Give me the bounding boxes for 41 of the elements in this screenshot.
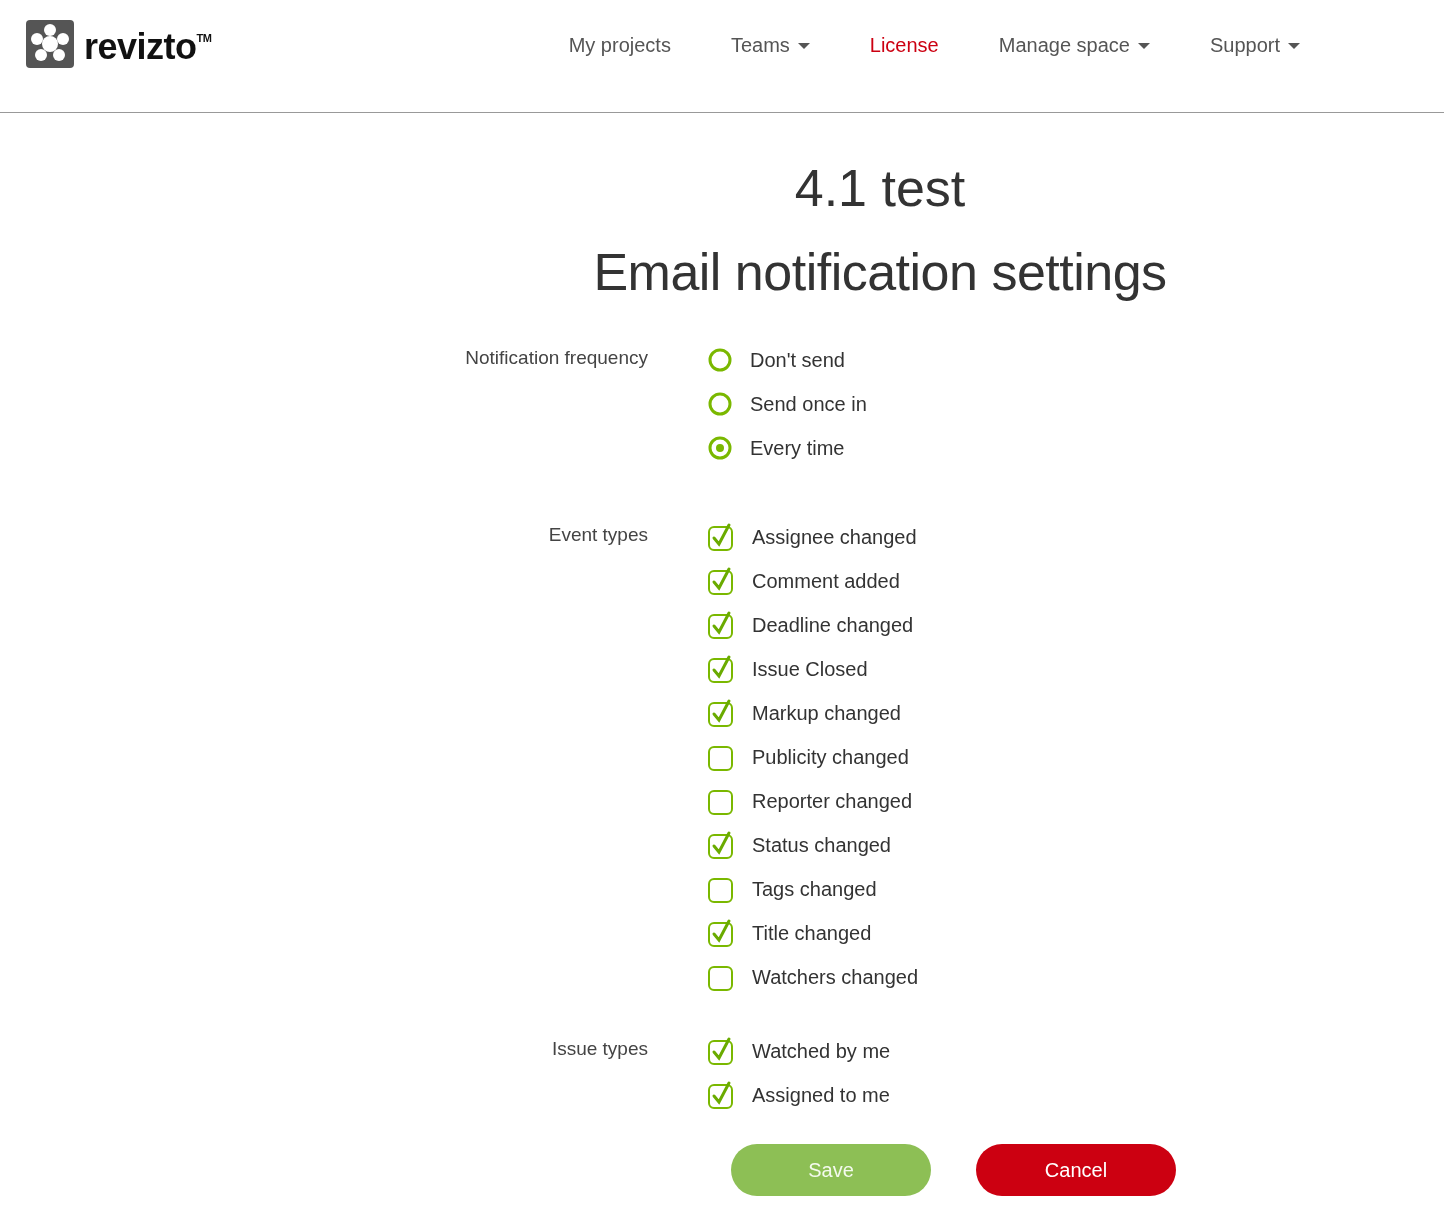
option-label: Assignee changed: [752, 525, 917, 549]
checkbox-checked-icon[interactable]: [708, 522, 734, 552]
option-label: Every time: [750, 436, 845, 460]
cancel-button[interactable]: Cancel: [976, 1144, 1176, 1196]
checkbox-checked-icon[interactable]: [708, 1080, 734, 1110]
option-label: Markup changed: [752, 701, 901, 725]
option-label: Deadline changed: [752, 613, 914, 637]
checkbox-checked-icon[interactable]: [708, 654, 734, 684]
nav-link[interactable]: Manage space: [968, 34, 1180, 57]
checkbox-checked-icon[interactable]: [708, 1036, 734, 1066]
option-label: Watched by me: [752, 1039, 891, 1063]
nav-link[interactable]: License: [839, 34, 969, 57]
nav-link[interactable]: My projects: [538, 34, 701, 57]
section-label: Issue types: [551, 1037, 648, 1061]
option-label: Publicity changed: [752, 745, 909, 769]
section-label: Event types: [548, 523, 648, 547]
nav-link[interactable]: Support: [1179, 34, 1330, 57]
option-label: Watchers changed: [752, 965, 918, 989]
option-label: Tags changed: [752, 877, 877, 901]
nav-link[interactable]: Teams: [700, 34, 840, 57]
project-title: 4.1 test: [793, 158, 967, 218]
checkbox-checked-icon[interactable]: [708, 610, 734, 640]
option-label: Comment added: [752, 569, 900, 593]
radio-selected-icon[interactable]: [708, 436, 732, 460]
radio-icon[interactable]: [708, 348, 732, 372]
page-title: Email notification settings: [592, 242, 1168, 302]
option-label: Reporter changed: [752, 789, 913, 813]
section-label: Notification frequency: [465, 346, 648, 370]
checkbox-checked-icon[interactable]: [708, 698, 734, 728]
checkbox-checked-icon[interactable]: [708, 918, 734, 948]
checkbox-checked-icon[interactable]: [708, 830, 734, 860]
option-label: Status changed: [752, 833, 891, 857]
option-label: Title changed: [752, 921, 872, 945]
option-label: Send once in: [750, 392, 867, 416]
option-label: Don't send: [750, 348, 845, 372]
option-label: Issue Closed: [752, 657, 868, 681]
option-label: Assigned to me: [752, 1083, 890, 1107]
logo-text: revizto$^{TM}$: [84, 25, 212, 69]
checkbox-checked-icon[interactable]: [708, 566, 734, 596]
logo-icon: [26, 20, 74, 68]
radio-icon[interactable]: [708, 392, 732, 416]
